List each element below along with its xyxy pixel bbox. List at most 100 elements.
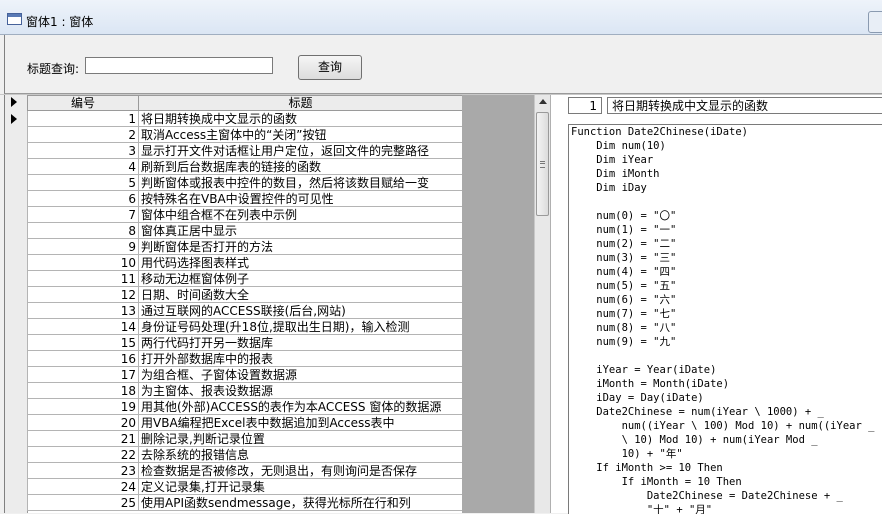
table-row[interactable]: 18 为主窗体、报表设数据源	[27, 382, 463, 399]
cell-id[interactable]: 19	[27, 398, 139, 415]
record-selector-column	[5, 95, 28, 513]
column-header-title[interactable]: 标题	[138, 95, 463, 111]
cell-id[interactable]: 25	[27, 494, 139, 511]
cell-title[interactable]: 去除系统的报错信息	[138, 446, 463, 463]
datasheet-pane: 编号 标题 1 将日期转换成中文显示的函数 2 取消Access主窗体中的“关闭”按钮…	[4, 95, 551, 513]
column-header-id[interactable]: 编号	[27, 95, 139, 111]
table-row[interactable]: 2 取消Access主窗体中的“关闭”按钮	[27, 126, 463, 143]
code-line: iDay = Day(iDate)	[571, 392, 704, 404]
cell-id[interactable]: 24	[27, 478, 139, 495]
table-row[interactable]: 17 为组合框、子窗体设置数据源	[27, 366, 463, 383]
cell-id[interactable]: 2	[27, 126, 139, 143]
search-button[interactable]: 查询	[298, 55, 362, 80]
cell-id[interactable]: 8	[27, 222, 139, 239]
close-button[interactable]	[868, 11, 882, 33]
table-row[interactable]: 5 判断窗体或报表中控件的数目，然后将该数目赋给一变	[27, 174, 463, 191]
cell-title[interactable]: 用代码选择图表样式	[138, 254, 463, 271]
cell-id[interactable]: 17	[27, 366, 139, 383]
code-line: Dim iYear	[571, 154, 654, 166]
table-row[interactable]: 4 刷新到后台数据库表的链接的函数	[27, 158, 463, 175]
cell-id[interactable]: 14	[27, 318, 139, 335]
code-line: Function Date2Chinese(iDate)	[571, 126, 749, 138]
table-row[interactable]: 12 日期、时间函数大全	[27, 286, 463, 303]
cell-title[interactable]: 打开外部数据库中的报表	[138, 350, 463, 367]
cell-id[interactable]: 16	[27, 350, 139, 367]
table-row[interactable]: 10 用代码选择图表样式	[27, 254, 463, 271]
cell-title[interactable]: 窗体中组合框不在列表中示例	[138, 206, 463, 223]
cell-id[interactable]: 13	[27, 302, 139, 319]
cell-id[interactable]: 18	[27, 382, 139, 399]
code-line: "十" + "月"	[571, 504, 713, 514]
cell-title[interactable]: 通过互联网的ACCESS联接(后台,网站)	[138, 302, 463, 319]
cell-title[interactable]: 移动无边框窗体例子	[138, 270, 463, 287]
cell-title[interactable]: 为组合框、子窗体设置数据源	[138, 366, 463, 383]
cell-id[interactable]: 12	[27, 286, 139, 303]
table-row[interactable]: 25 使用API函数sendmessage，获得光标所在行和列	[27, 494, 463, 511]
cell-title[interactable]: 定义记录集,打开记录集	[138, 478, 463, 495]
table-row[interactable]: 21 删除记录,判断记录位置	[27, 430, 463, 447]
cell-id[interactable]: 22	[27, 446, 139, 463]
vertical-scrollbar[interactable]	[534, 95, 551, 513]
table-row[interactable]: 6 按特殊名在VBA中设置控件的可见性	[27, 190, 463, 207]
cell-id[interactable]: 23	[27, 462, 139, 479]
cell-id[interactable]: 9	[27, 238, 139, 255]
cell-id[interactable]: 5	[27, 174, 139, 191]
table-row[interactable]: 15 两行代码打开另一数据库	[27, 334, 463, 351]
table-row[interactable]: 22 去除系统的报错信息	[27, 446, 463, 463]
table-row[interactable]: 16 打开外部数据库中的报表	[27, 350, 463, 367]
cell-id[interactable]: 11	[27, 270, 139, 287]
cell-title[interactable]: 判断窗体或报表中控件的数目，然后将该数目赋给一变	[138, 174, 463, 191]
cell-id[interactable]: 3	[27, 142, 139, 159]
select-all-icon[interactable]	[11, 97, 17, 107]
code-line: num(6) = "六"	[571, 294, 677, 306]
cell-title[interactable]: 显示打开文件对话框让用户定位，返回文件的完整路径	[138, 142, 463, 159]
search-input[interactable]	[85, 57, 273, 74]
detail-title-field[interactable]: 将日期转换成中文显示的函数	[607, 97, 882, 114]
scroll-up-icon[interactable]	[539, 99, 547, 104]
cell-title[interactable]: 为主窗体、报表设数据源	[138, 382, 463, 399]
cell-id[interactable]: 6	[27, 190, 139, 207]
scrollbar-thumb[interactable]	[536, 112, 549, 216]
cell-title[interactable]: 取消Access主窗体中的“关闭”按钮	[138, 126, 463, 143]
table-row[interactable]: 11 移动无边框窗体例子	[27, 270, 463, 287]
cell-title[interactable]: 判断窗体是否打开的方法	[138, 238, 463, 255]
table-row[interactable]: 24 定义记录集,打开记录集	[27, 478, 463, 495]
cell-id[interactable]: 4	[27, 158, 139, 175]
table-row[interactable]: 14 身份证号码处理(升18位,提取出生日期)，输入检测	[27, 318, 463, 335]
code-line: num(7) = "七"	[571, 308, 677, 320]
cell-title[interactable]: 刷新到后台数据库表的链接的函数	[138, 158, 463, 175]
table-row[interactable]: 8 窗体真正居中显示	[27, 222, 463, 239]
empty-area	[462, 95, 534, 513]
code-line: num(1) = "一"	[571, 224, 677, 236]
cell-id[interactable]: 10	[27, 254, 139, 271]
search-label: 标题查询:	[27, 62, 80, 76]
cell-title[interactable]: 日期、时间函数大全	[138, 286, 463, 303]
cell-id[interactable]: 20	[27, 414, 139, 431]
cell-id[interactable]: 1	[27, 110, 139, 127]
cell-id[interactable]: 15	[27, 334, 139, 351]
table-row[interactable]: 23 检查数据是否被修改，无则退出，有则询问是否保存	[27, 462, 463, 479]
code-textbox[interactable]: Function Date2Chinese(iDate) Dim num(10)…	[568, 124, 882, 514]
cell-title[interactable]: 按特殊名在VBA中设置控件的可见性	[138, 190, 463, 207]
cell-title[interactable]: 使用API函数sendmessage，获得光标所在行和列	[138, 494, 463, 511]
cell-title[interactable]: 两行代码打开另一数据库	[138, 334, 463, 351]
table-row[interactable]: 19 用其他(外部)ACCESS的表作为本ACCESS 窗体的数据源	[27, 398, 463, 415]
table-row[interactable]: 13 通过互联网的ACCESS联接(后台,网站)	[27, 302, 463, 319]
detail-id-field[interactable]: 1	[568, 97, 602, 114]
cell-title[interactable]: 窗体真正居中显示	[138, 222, 463, 239]
cell-id[interactable]: 21	[27, 430, 139, 447]
table-row[interactable]: 9 判断窗体是否打开的方法	[27, 238, 463, 255]
table-row[interactable]: 20 用VBA编程把Excel表中数据追加到Access表中	[27, 414, 463, 431]
cell-title[interactable]: 身份证号码处理(升18位,提取出生日期)，输入检测	[138, 318, 463, 335]
table-row[interactable]: 3 显示打开文件对话框让用户定位，返回文件的完整路径	[27, 142, 463, 159]
cell-id[interactable]: 7	[27, 206, 139, 223]
cell-title[interactable]: 将日期转换成中文显示的函数	[138, 110, 463, 127]
cell-title[interactable]: 用VBA编程把Excel表中数据追加到Access表中	[138, 414, 463, 431]
code-line: Dim iMonth	[571, 168, 660, 180]
table-row[interactable]: 7 窗体中组合框不在列表中示例	[27, 206, 463, 223]
cell-title[interactable]: 用其他(外部)ACCESS的表作为本ACCESS 窗体的数据源	[138, 398, 463, 415]
cell-title[interactable]: 删除记录,判断记录位置	[138, 430, 463, 447]
table-row[interactable]: 1 将日期转换成中文显示的函数	[27, 110, 463, 127]
cell-title[interactable]: 检查数据是否被修改，无则退出，有则询问是否保存	[138, 462, 463, 479]
